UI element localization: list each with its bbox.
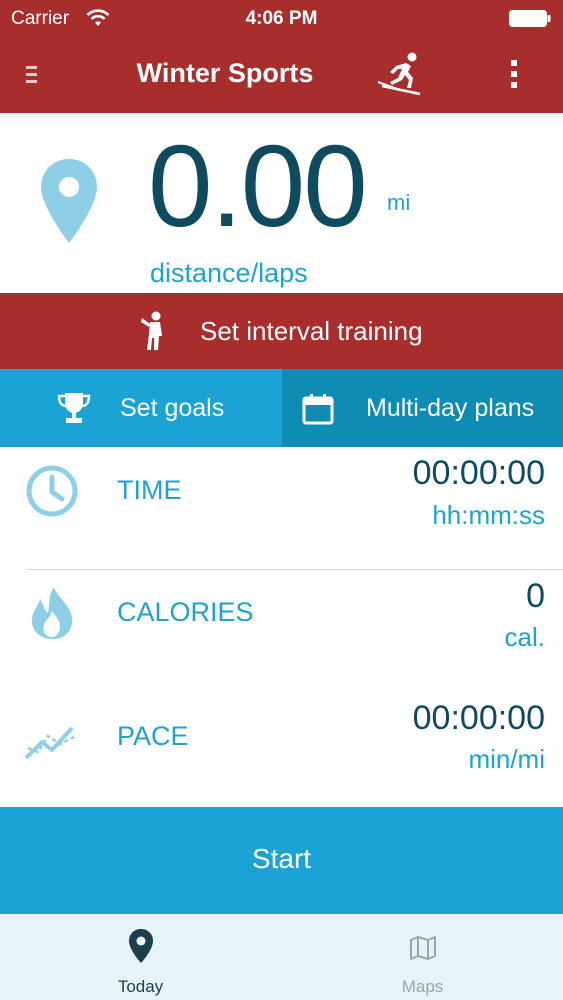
calories-label: CALORIES — [117, 597, 254, 627]
battery-icon — [509, 10, 551, 27]
status-bar: Carrier 4:06 PM — [0, 0, 563, 38]
tab-bar: Today Maps — [0, 914, 563, 1000]
trend-chart-icon — [24, 726, 77, 760]
distance-label[interactable]: distance/laps — [150, 258, 308, 289]
tab-today-label: Today — [117, 977, 164, 996]
interval-training-button[interactable]: Set interval training — [0, 293, 563, 369]
multi-day-plans-button[interactable]: Multi-day plans — [282, 369, 563, 447]
time-unit: hh:mm:ss — [432, 500, 545, 530]
skier-icon[interactable] — [376, 50, 424, 96]
set-goals-label: Set goals — [120, 394, 225, 422]
tab-maps[interactable]: Maps — [282, 914, 563, 1000]
tab-today[interactable]: Today — [0, 914, 281, 1000]
calories-stat-row: CALORIES 0 cal. — [0, 570, 563, 692]
start-button[interactable]: Start — [0, 807, 563, 914]
time-stat-row: TIME 00:00:00 hh:mm:ss — [0, 447, 563, 569]
pace-value: 00:00:00 — [412, 699, 545, 737]
distance-panel: 0.00 mi distance/laps — [0, 113, 563, 293]
calendar-icon — [302, 394, 334, 425]
distance-value: 0.00 — [148, 121, 368, 251]
clock-icon — [26, 465, 78, 517]
status-time: 4:06 PM — [245, 8, 318, 29]
app-header-background: Carrier 4:06 PM Winter Sports — [0, 0, 563, 113]
trophy-icon — [57, 393, 91, 423]
multi-day-plans-label: Multi-day plans — [366, 394, 535, 422]
pace-stat-row: PACE 00:00:00 min/mi — [0, 692, 563, 814]
page-title: Winter Sports — [136, 58, 314, 88]
time-label: TIME — [117, 475, 182, 505]
flame-icon — [32, 587, 73, 639]
pace-unit: min/mi — [468, 744, 545, 774]
whistle-coach-icon — [141, 311, 162, 350]
set-goals-button[interactable]: Set goals — [0, 369, 282, 447]
location-pin-icon — [128, 929, 153, 963]
calories-value: 0 — [526, 577, 545, 615]
location-pin-icon — [41, 159, 97, 243]
map-icon — [409, 936, 436, 960]
navigation-bar: Winter Sports — [0, 38, 563, 113]
more-options-icon[interactable] — [506, 58, 522, 90]
calories-unit: cal. — [504, 622, 545, 652]
pace-label: PACE — [117, 721, 189, 751]
interval-training-label: Set interval training — [200, 316, 423, 346]
distance-unit: mi — [387, 190, 411, 215]
menu-icon[interactable] — [25, 64, 43, 86]
time-value: 00:00:00 — [412, 454, 545, 492]
start-label: Start — [251, 843, 312, 874]
tab-maps-label: Maps — [401, 977, 444, 996]
